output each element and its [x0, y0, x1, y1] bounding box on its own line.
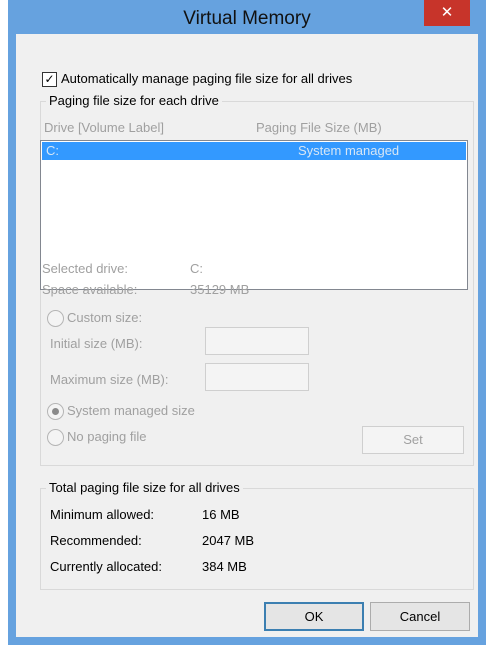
total-paging-group-legend: Total paging file size for all drives — [46, 480, 243, 495]
currently-allocated-label: Currently allocated: — [50, 559, 162, 574]
radio-dot-icon — [52, 408, 59, 415]
custom-size-label[interactable]: Custom size: — [67, 310, 142, 325]
title-bar: Virtual Memory ✕ — [8, 0, 486, 34]
col-header-size: Paging File Size (MB) — [256, 120, 382, 135]
recommended-value: 2047 MB — [202, 533, 255, 548]
initial-size-field[interactable] — [205, 327, 309, 355]
cancel-button[interactable]: Cancel — [370, 602, 470, 631]
size-cell: System managed — [298, 143, 400, 158]
maximum-size-field[interactable] — [205, 363, 309, 391]
list-item[interactable]: C: System managed — [42, 142, 466, 160]
minimum-allowed-value: 16 MB — [202, 507, 240, 522]
system-managed-label[interactable]: System managed size — [67, 403, 195, 418]
dialog-body: ✓ Automatically manage paging file size … — [16, 34, 478, 637]
no-paging-radio[interactable] — [47, 429, 64, 446]
space-available-label: Space available: — [42, 282, 138, 297]
initial-size-label: Initial size (MB): — [50, 336, 143, 351]
virtual-memory-window: Virtual Memory ✕ ✓ Automatically manage … — [8, 0, 486, 645]
selected-drive-value: C: — [190, 261, 203, 276]
col-header-drive: Drive [Volume Label] — [44, 120, 164, 135]
drive-cell: C: — [46, 143, 59, 158]
system-managed-radio[interactable] — [47, 403, 64, 420]
minimum-allowed-label: Minimum allowed: — [50, 507, 155, 522]
space-available-value: 35129 MB — [190, 282, 250, 297]
custom-size-radio[interactable] — [47, 310, 64, 327]
currently-allocated-value: 384 MB — [202, 559, 247, 574]
recommended-label: Recommended: — [50, 533, 142, 548]
close-button[interactable]: ✕ — [424, 0, 470, 26]
window-title: Virtual Memory — [183, 8, 311, 29]
paging-file-group-legend: Paging file size for each drive — [46, 93, 222, 108]
selected-drive-label: Selected drive: — [42, 261, 128, 276]
close-icon: ✕ — [440, 4, 454, 21]
maximum-size-label: Maximum size (MB): — [50, 372, 169, 387]
auto-manage-label[interactable]: Automatically manage paging file size fo… — [61, 71, 352, 86]
no-paging-label[interactable]: No paging file — [67, 429, 147, 444]
set-button[interactable]: Set — [362, 426, 464, 454]
ok-button[interactable]: OK — [264, 602, 364, 631]
auto-manage-checkbox[interactable]: ✓ — [42, 72, 57, 87]
checkmark-icon: ✓ — [44, 72, 55, 86]
